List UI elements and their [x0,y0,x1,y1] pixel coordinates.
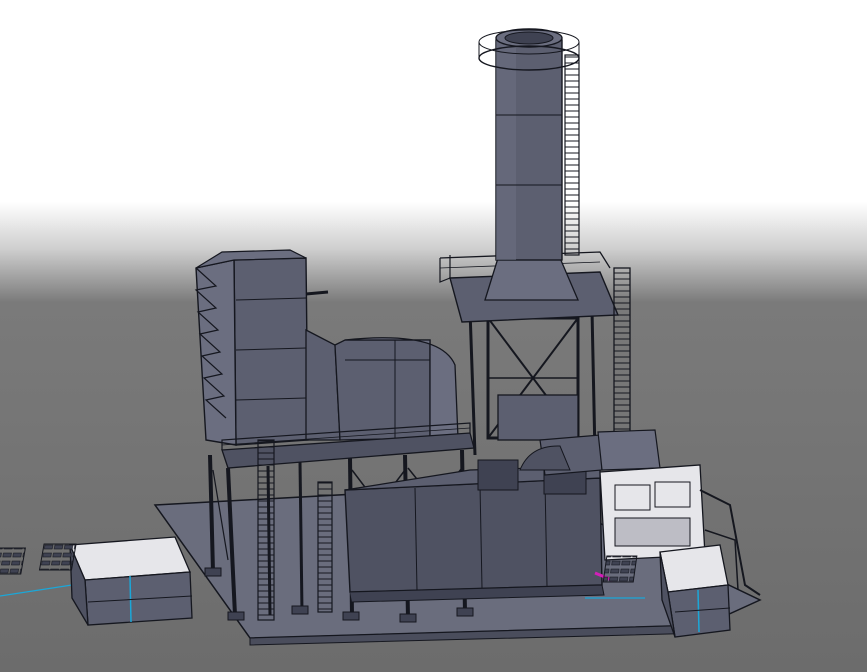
intake-duct [305,328,459,441]
side-ladder-tower [613,267,631,439]
gas-turbine-power-plant-3d-model [0,0,867,672]
cad-viewport[interactable] [0,0,867,672]
